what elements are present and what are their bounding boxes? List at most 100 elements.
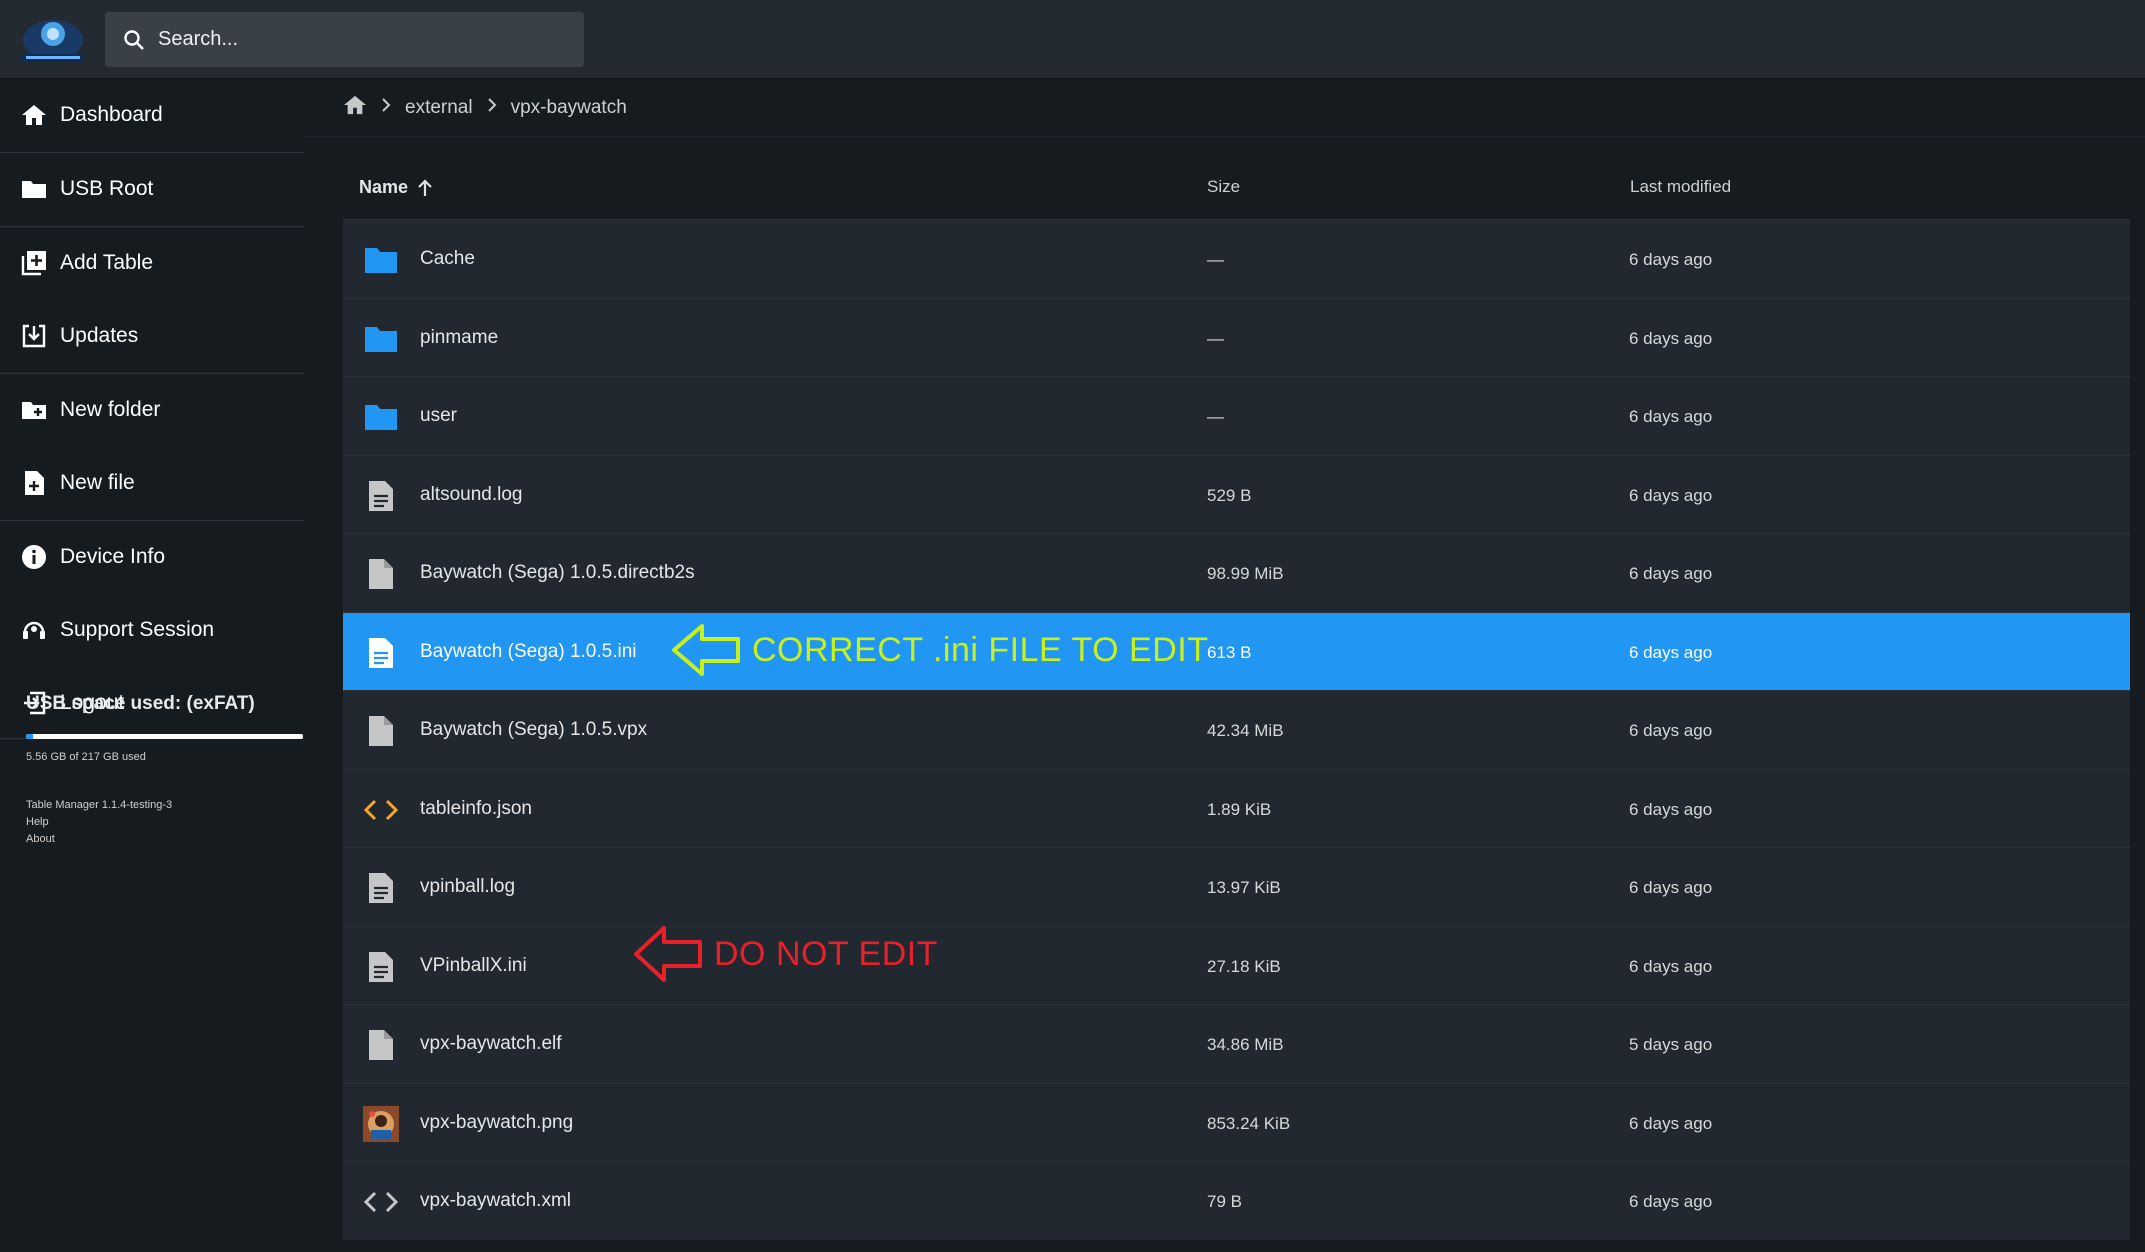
- table-row[interactable]: Baywatch (Sega) 1.0.5.directb2s 98.99 MiB…: [343, 533, 2130, 612]
- file-size: 1.89 KiB: [1207, 799, 1272, 819]
- file-name[interactable]: vpinball.log: [420, 876, 515, 898]
- annotation-donot: DO NOT EDIT: [632, 924, 938, 984]
- search-icon: [124, 29, 144, 50]
- file-table: Name Size Last modified Cache — 6 days ago…: [343, 157, 2130, 1240]
- table-manager-logo-icon[interactable]: [14, 10, 92, 66]
- file-modified: 6 days ago: [1629, 407, 1713, 426]
- download-icon: [20, 322, 48, 350]
- sidebar-item-usb-root[interactable]: USB Root: [0, 153, 304, 225]
- file-size: 853.24 KiB: [1207, 1113, 1291, 1133]
- file-modified: 6 days ago: [1629, 564, 1713, 583]
- file-size: 529 B: [1207, 485, 1252, 505]
- column-label: Name: [359, 177, 409, 197]
- support-icon: [20, 616, 48, 644]
- add-library-icon: [20, 249, 48, 277]
- table-row[interactable]: Baywatch (Sega) 1.0.5.ini 613 B 6 days ago: [343, 611, 2130, 690]
- table-row[interactable]: tableinfo.json 1.89 KiB 6 days ago: [343, 768, 2130, 847]
- file-name[interactable]: pinmame: [420, 327, 498, 349]
- help-link[interactable]: Help: [26, 816, 49, 828]
- sidebar-item-label: New file: [60, 471, 135, 494]
- sidebar-item-dashboard[interactable]: Dashboard: [0, 79, 304, 151]
- sidebar-item-new-file[interactable]: New file: [0, 447, 304, 519]
- table-row[interactable]: altsound.log 529 B 6 days ago: [343, 454, 2130, 533]
- folder-icon: [363, 401, 399, 433]
- text-file-icon: [363, 951, 399, 983]
- file-size: 27.18 KiB: [1207, 956, 1281, 976]
- file-size: 13.97 KiB: [1207, 878, 1281, 897]
- usb-usage-fill: [26, 734, 34, 739]
- table-row[interactable]: VPinballX.ini 27.18 KiB 6 days ago: [343, 925, 2130, 1004]
- home-icon: [20, 101, 48, 129]
- file-name[interactable]: vpx-baywatch.elf: [420, 1033, 562, 1055]
- annotation-donot-text: DO NOT EDIT: [714, 934, 938, 973]
- sidebar-item-updates[interactable]: Updates: [0, 300, 304, 372]
- table-row[interactable]: vpx-baywatch.elf 34.86 MiB 5 days ago: [343, 1004, 2130, 1083]
- table-row[interactable]: user — 6 days ago: [343, 376, 2130, 455]
- file-name[interactable]: VPinballX.ini: [420, 955, 527, 977]
- table-body: Cache — 6 days ago pinmame — 6 days ago user — 6…: [343, 219, 2130, 1240]
- sidebar-item-add-table[interactable]: Add Table: [0, 227, 304, 299]
- chevron-right-icon: [381, 97, 391, 119]
- sidebar-item-support-session[interactable]: Support Session: [0, 594, 304, 666]
- file-name[interactable]: Cache: [420, 248, 475, 270]
- usb-usage-bar: [26, 734, 303, 739]
- file-size: 34.86 MiB: [1207, 1035, 1284, 1054]
- search-input[interactable]: Search...: [105, 12, 584, 67]
- text-file-icon: [363, 480, 399, 512]
- file-name[interactable]: vpx-baywatch.png: [420, 1112, 573, 1134]
- sidebar: Dashboard USB Root Add Table Updates New…: [0, 79, 304, 1252]
- file-modified: 6 days ago: [1629, 642, 1713, 662]
- column-header-name[interactable]: Name: [359, 177, 434, 198]
- text-file-icon: [363, 872, 399, 904]
- usb-usage-title: USB space used: (exFAT): [26, 693, 255, 714]
- table-row[interactable]: vpx-baywatch.xml 79 B 6 days ago: [343, 1161, 2130, 1240]
- breadcrumb-item[interactable]: vpx-baywatch: [511, 97, 627, 119]
- file-name[interactable]: altsound.log: [420, 484, 522, 506]
- table-row[interactable]: pinmame — 6 days ago: [343, 297, 2130, 376]
- breadcrumb: external vpx-baywatch: [343, 88, 627, 128]
- table-row[interactable]: Cache — 6 days ago: [343, 219, 2130, 298]
- table-row[interactable]: vpx-baywatch.png 853.24 KiB 6 days ago: [343, 1082, 2130, 1161]
- file-size: —: [1207, 250, 1224, 269]
- folder-icon: [20, 175, 48, 203]
- table-row[interactable]: Baywatch (Sega) 1.0.5.vpx 42.34 MiB 6 days…: [343, 690, 2130, 769]
- file-modified: 6 days ago: [1629, 956, 1713, 976]
- file-size: 79 B: [1207, 1192, 1242, 1211]
- file-modified: 6 days ago: [1629, 328, 1713, 348]
- file-modified: 6 days ago: [1629, 485, 1713, 505]
- sidebar-item-label: Add Table: [60, 251, 154, 274]
- arrow-left-icon: [634, 926, 702, 982]
- table-header: Name Size Last modified: [343, 157, 2130, 219]
- file-modified: 6 days ago: [1629, 250, 1713, 269]
- file-name[interactable]: Baywatch (Sega) 1.0.5.ini: [420, 641, 637, 663]
- file-name[interactable]: tableinfo.json: [420, 798, 532, 820]
- arrow-left-icon: [672, 624, 740, 676]
- file-name[interactable]: vpx-baywatch.xml: [420, 1190, 571, 1212]
- search-placeholder: Search...: [158, 28, 239, 50]
- image-thumbnail-icon: [363, 1105, 399, 1142]
- file-name[interactable]: Baywatch (Sega) 1.0.5.vpx: [420, 719, 647, 741]
- sidebar-item-label: Dashboard: [60, 103, 163, 126]
- column-header-modified[interactable]: Last modified: [1630, 177, 1731, 197]
- code-icon: [363, 1186, 399, 1218]
- file-name[interactable]: Baywatch (Sega) 1.0.5.directb2s: [420, 562, 695, 584]
- arrow-up-icon: [418, 178, 432, 196]
- file-icon: [363, 1029, 399, 1061]
- table-row[interactable]: vpinball.log 13.97 KiB 6 days ago: [343, 847, 2130, 926]
- sidebar-item-label: USB Root: [60, 177, 154, 200]
- sidebar-item-new-folder[interactable]: New folder: [0, 374, 304, 446]
- sidebar-item-label: New folder: [60, 398, 161, 421]
- app-version: Table Manager 1.1.4-testing-3: [26, 799, 173, 811]
- home-icon[interactable]: [343, 94, 367, 122]
- about-link[interactable]: About: [26, 833, 55, 845]
- file-modified: 6 days ago: [1629, 1192, 1713, 1211]
- breadcrumb-item[interactable]: external: [405, 97, 473, 119]
- file-name[interactable]: user: [420, 405, 457, 427]
- file-modified: 5 days ago: [1629, 1035, 1713, 1054]
- column-header-size[interactable]: Size: [1207, 177, 1240, 197]
- file-plus-icon: [20, 469, 48, 497]
- folder-plus-icon: [20, 396, 48, 424]
- sidebar-item-label: Updates: [60, 324, 139, 347]
- code-icon: [363, 794, 399, 826]
- sidebar-item-device-info[interactable]: Device Info: [0, 521, 304, 593]
